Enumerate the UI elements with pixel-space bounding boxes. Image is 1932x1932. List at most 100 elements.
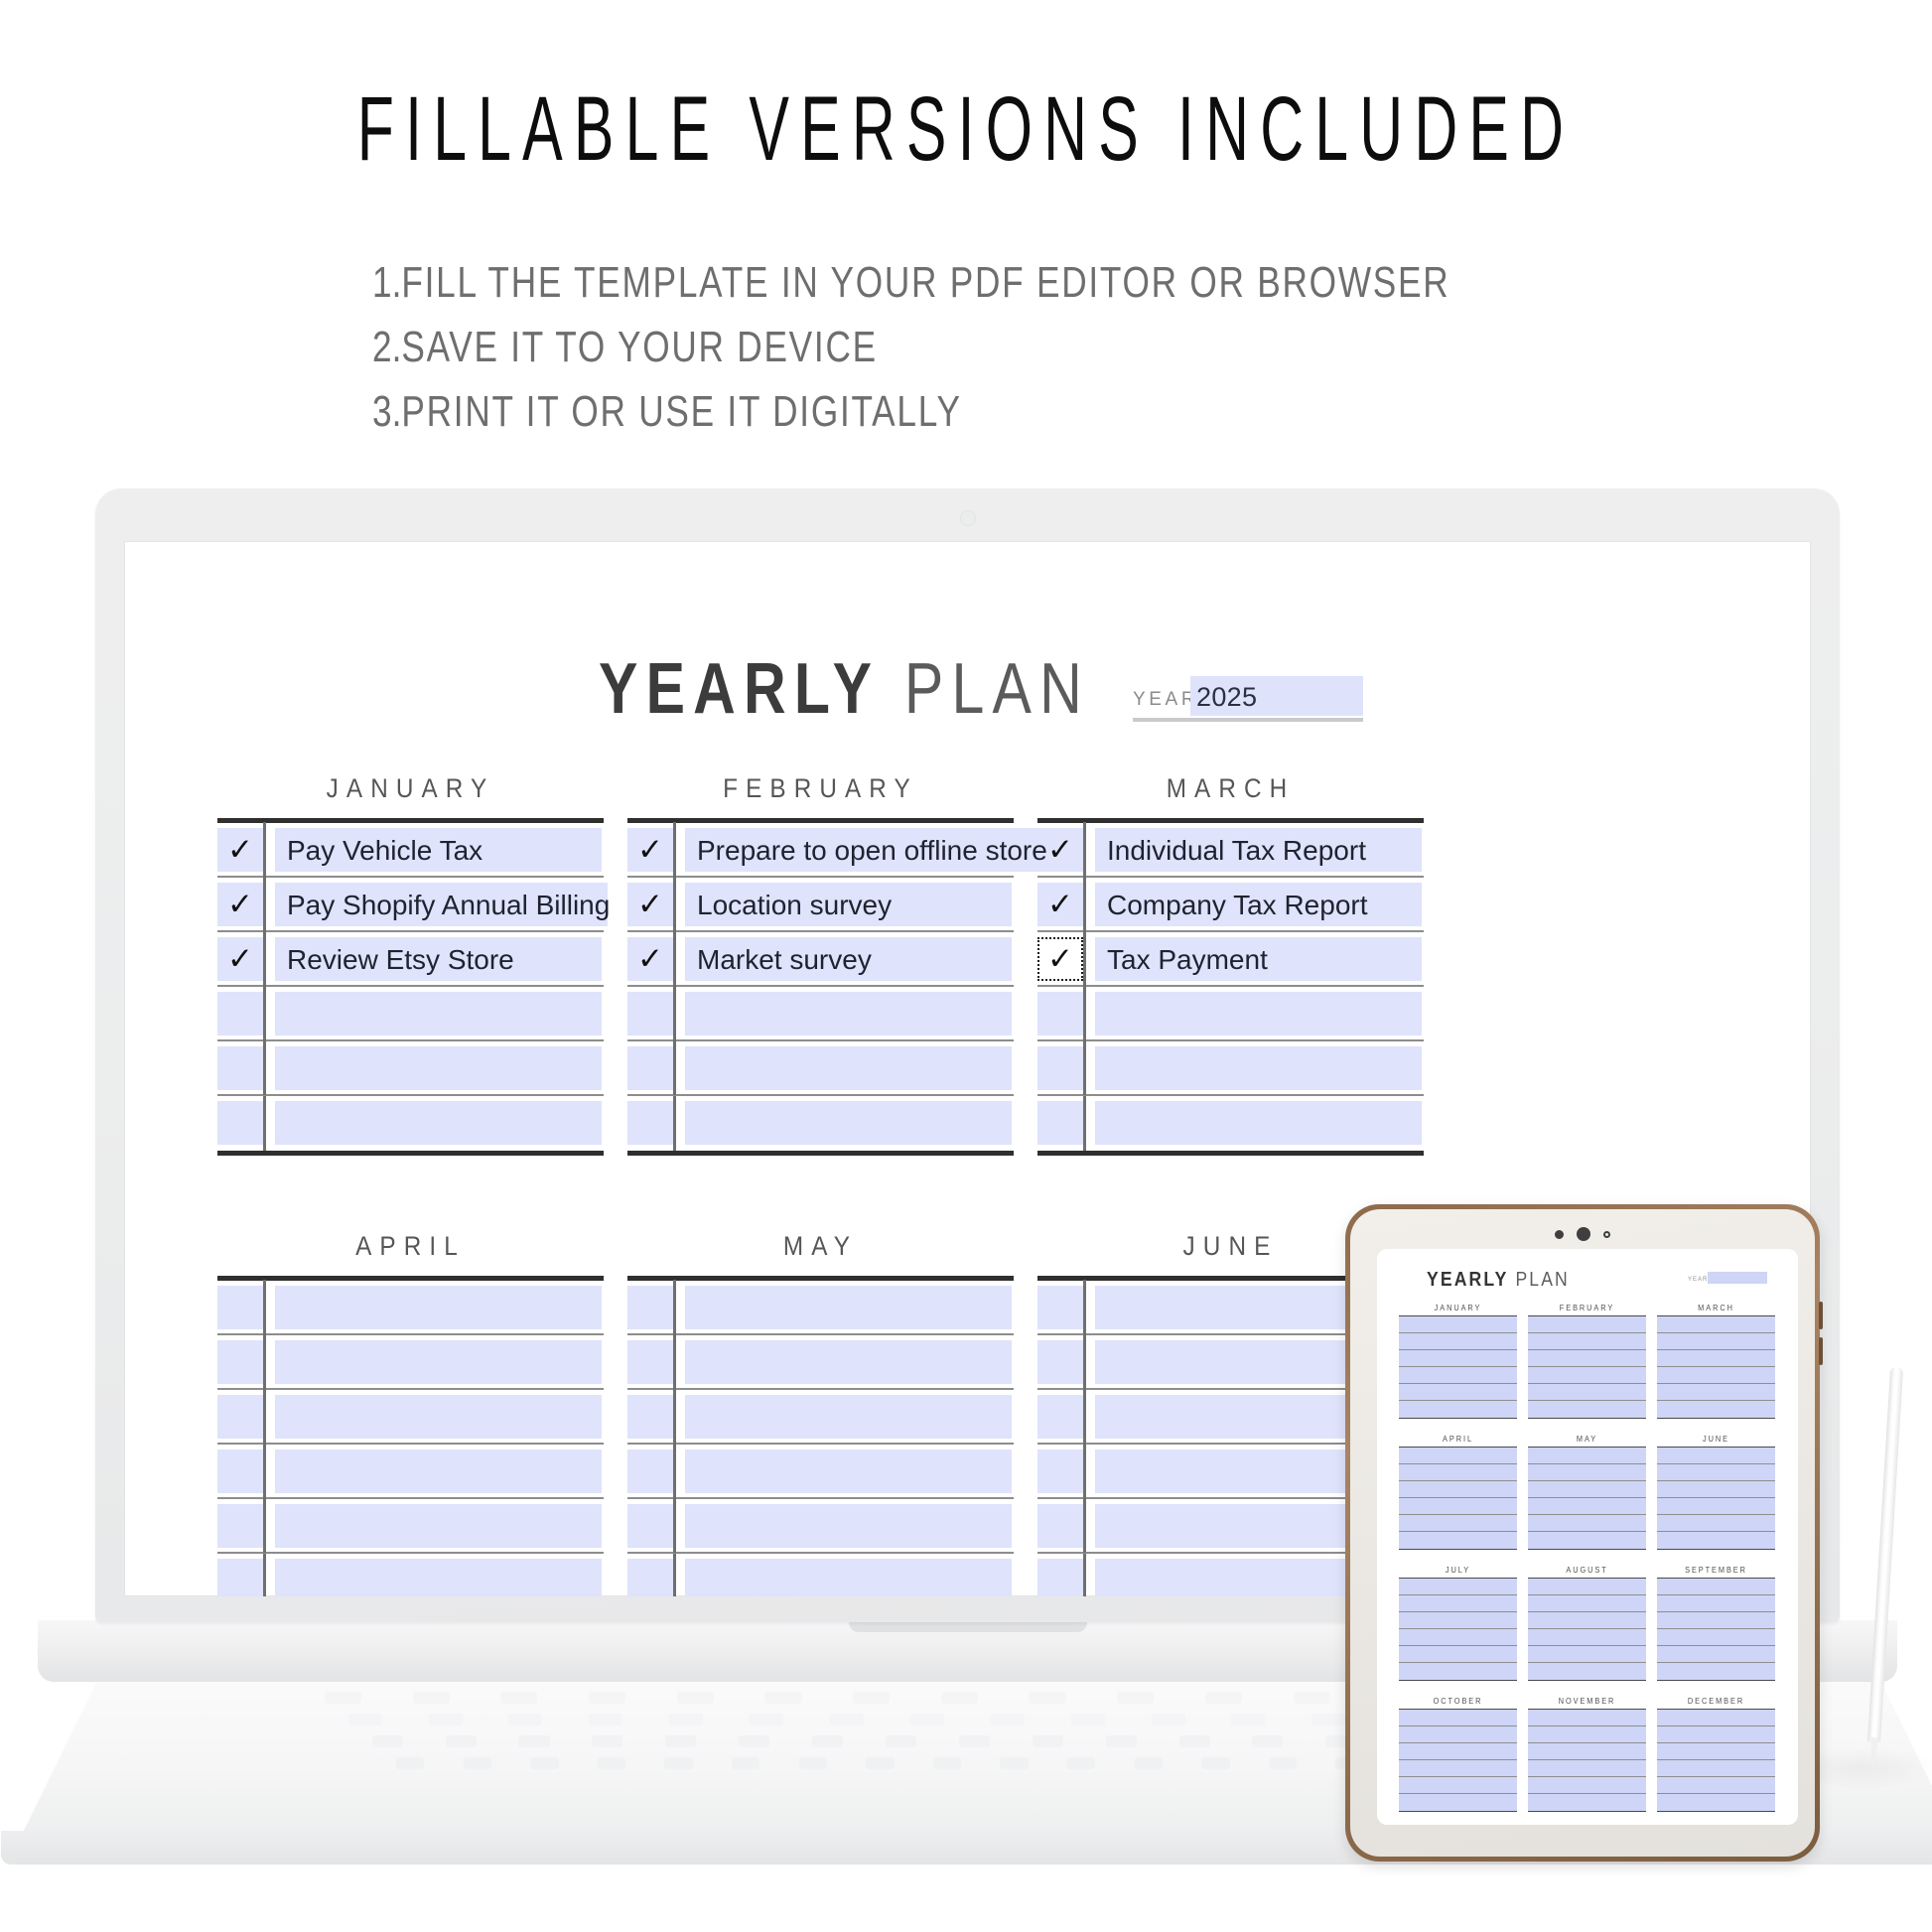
- tablet-task-line[interactable]: [1528, 1367, 1646, 1384]
- tablet-task-line[interactable]: [1657, 1794, 1775, 1811]
- tablet-task-line[interactable]: [1528, 1646, 1646, 1663]
- task-checkbox[interactable]: [217, 1390, 263, 1443]
- tablet-task-line[interactable]: [1657, 1401, 1775, 1418]
- tablet-task-line[interactable]: [1399, 1350, 1517, 1367]
- task-input[interactable]: [1086, 1041, 1424, 1094]
- task-input[interactable]: [676, 987, 1014, 1039]
- task-input[interactable]: [676, 1041, 1014, 1094]
- task-input[interactable]: [266, 1554, 604, 1596]
- task-checkbox[interactable]: [1037, 987, 1083, 1039]
- task-checkbox[interactable]: [627, 1554, 673, 1596]
- tablet-task-line[interactable]: [1399, 1777, 1517, 1794]
- task-input[interactable]: Pay Vehicle Tax: [266, 823, 604, 876]
- tablet-task-line[interactable]: [1657, 1384, 1775, 1401]
- task-checkbox[interactable]: ✓: [1037, 932, 1083, 985]
- tablet-task-line[interactable]: [1657, 1777, 1775, 1794]
- tablet-task-line[interactable]: [1528, 1760, 1646, 1777]
- task-checkbox[interactable]: [627, 987, 673, 1039]
- task-input[interactable]: Individual Tax Report: [1086, 823, 1424, 876]
- tablet-task-line[interactable]: [1657, 1464, 1775, 1481]
- tablet-task-line[interactable]: [1528, 1743, 1646, 1760]
- task-input[interactable]: Market survey: [676, 932, 1014, 985]
- task-checkbox[interactable]: [1037, 1335, 1083, 1388]
- tablet-task-line[interactable]: [1657, 1333, 1775, 1350]
- tablet-task-line[interactable]: [1657, 1743, 1775, 1760]
- task-checkbox[interactable]: [217, 987, 263, 1039]
- tablet-task-line[interactable]: [1399, 1333, 1517, 1350]
- task-checkbox[interactable]: [217, 1096, 263, 1151]
- tablet-task-line[interactable]: [1657, 1498, 1775, 1515]
- tablet-task-line[interactable]: [1657, 1350, 1775, 1367]
- task-checkbox[interactable]: [1037, 1096, 1083, 1151]
- task-checkbox[interactable]: ✓: [627, 823, 673, 876]
- tablet-year-input[interactable]: [1708, 1272, 1767, 1284]
- tablet-task-line[interactable]: [1528, 1515, 1646, 1532]
- tablet-task-line[interactable]: [1657, 1515, 1775, 1532]
- tablet-task-line[interactable]: [1657, 1316, 1775, 1333]
- task-checkbox[interactable]: [1037, 1390, 1083, 1443]
- tablet-task-line[interactable]: [1399, 1367, 1517, 1384]
- task-input[interactable]: [676, 1096, 1014, 1151]
- tablet-task-line[interactable]: [1528, 1464, 1646, 1481]
- tablet-task-line[interactable]: [1657, 1579, 1775, 1595]
- task-input[interactable]: [1086, 987, 1424, 1039]
- task-input[interactable]: [676, 1445, 1014, 1497]
- tablet-task-line[interactable]: [1528, 1794, 1646, 1811]
- tablet-task-line[interactable]: [1399, 1663, 1517, 1680]
- tablet-task-line[interactable]: [1399, 1743, 1517, 1760]
- task-input[interactable]: [266, 1335, 604, 1388]
- task-checkbox[interactable]: [1037, 1281, 1083, 1333]
- tablet-task-line[interactable]: [1399, 1498, 1517, 1515]
- tablet-task-line[interactable]: [1657, 1481, 1775, 1498]
- task-checkbox[interactable]: [1037, 1554, 1083, 1596]
- task-checkbox[interactable]: ✓: [627, 878, 673, 930]
- tablet-task-line[interactable]: [1399, 1726, 1517, 1743]
- task-input[interactable]: [676, 1554, 1014, 1596]
- tablet-task-line[interactable]: [1399, 1384, 1517, 1401]
- year-input[interactable]: 2025: [1190, 676, 1363, 716]
- task-checkbox[interactable]: ✓: [627, 932, 673, 985]
- tablet-task-line[interactable]: [1399, 1532, 1517, 1549]
- tablet-task-line[interactable]: [1528, 1333, 1646, 1350]
- tablet-task-line[interactable]: [1399, 1579, 1517, 1595]
- tablet-task-line[interactable]: [1528, 1316, 1646, 1333]
- task-input[interactable]: [676, 1499, 1014, 1552]
- tablet-task-line[interactable]: [1399, 1760, 1517, 1777]
- tablet-task-line[interactable]: [1399, 1595, 1517, 1612]
- tablet-task-line[interactable]: [1399, 1316, 1517, 1333]
- task-input[interactable]: [676, 1390, 1014, 1443]
- task-input[interactable]: Pay Shopify Annual Billing: [266, 878, 610, 930]
- task-checkbox[interactable]: [1037, 1499, 1083, 1552]
- tablet-task-line[interactable]: [1399, 1448, 1517, 1464]
- tablet-task-line[interactable]: [1528, 1612, 1646, 1629]
- task-input[interactable]: Company Tax Report: [1086, 878, 1424, 930]
- tablet-task-line[interactable]: [1528, 1401, 1646, 1418]
- volume-up-button[interactable]: [1819, 1302, 1823, 1329]
- tablet-task-line[interactable]: [1399, 1481, 1517, 1498]
- task-checkbox[interactable]: ✓: [217, 823, 263, 876]
- tablet-task-line[interactable]: [1528, 1481, 1646, 1498]
- task-checkbox[interactable]: ✓: [217, 878, 263, 930]
- task-input[interactable]: [266, 1499, 604, 1552]
- task-input[interactable]: Tax Payment: [1086, 932, 1424, 985]
- task-checkbox[interactable]: [627, 1281, 673, 1333]
- task-checkbox[interactable]: [627, 1390, 673, 1443]
- tablet-task-line[interactable]: [1528, 1350, 1646, 1367]
- task-checkbox[interactable]: [217, 1041, 263, 1094]
- task-input[interactable]: [266, 1390, 604, 1443]
- tablet-task-line[interactable]: [1528, 1579, 1646, 1595]
- tablet-task-line[interactable]: [1657, 1595, 1775, 1612]
- tablet-task-line[interactable]: [1657, 1726, 1775, 1743]
- task-checkbox[interactable]: [627, 1445, 673, 1497]
- tablet-task-line[interactable]: [1528, 1384, 1646, 1401]
- task-input[interactable]: [266, 1096, 604, 1151]
- task-checkbox[interactable]: [217, 1445, 263, 1497]
- task-checkbox[interactable]: ✓: [217, 932, 263, 985]
- tablet-task-line[interactable]: [1399, 1629, 1517, 1646]
- tablet-task-line[interactable]: [1657, 1646, 1775, 1663]
- tablet-task-line[interactable]: [1528, 1629, 1646, 1646]
- tablet-task-line[interactable]: [1528, 1663, 1646, 1680]
- tablet-task-line[interactable]: [1399, 1515, 1517, 1532]
- task-checkbox[interactable]: [627, 1041, 673, 1094]
- tablet-task-line[interactable]: [1528, 1710, 1646, 1726]
